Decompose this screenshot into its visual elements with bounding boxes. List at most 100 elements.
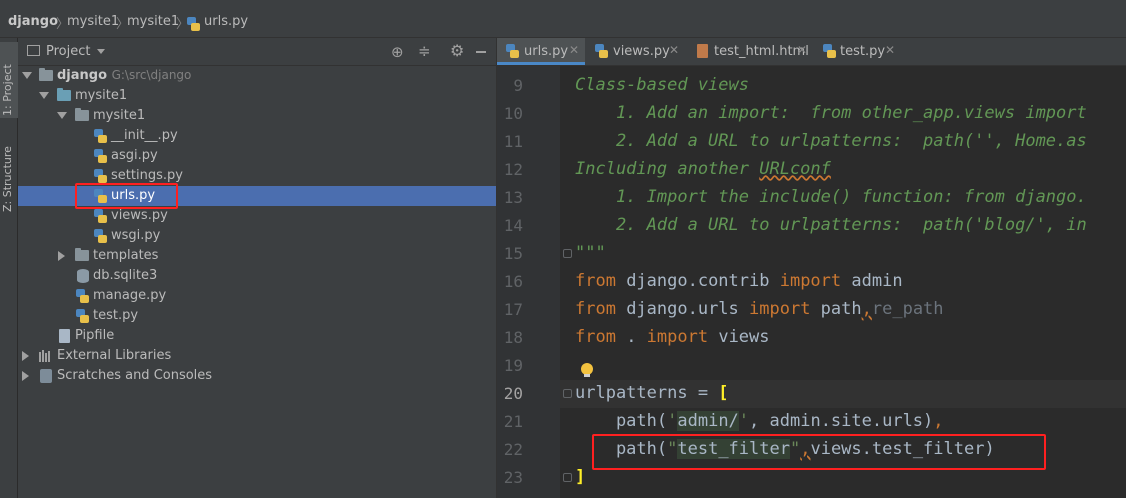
tree-item-mysite1-package[interactable]: mysite1 [18,106,496,126]
tree-item-views[interactable]: views.py [18,206,496,226]
docstring-text: 1. Add an import: from other_app.views i… [575,103,1087,123]
function-call: path( [575,411,668,431]
structure-tool-tab-label: Z: Structure [1,146,14,212]
tree-item-init[interactable]: __init__.py [18,126,496,146]
python-file-icon [187,17,200,31]
docstring-text: Class-based views [575,75,749,95]
line-number: 14 [503,216,523,235]
line-number: 23 [503,468,523,487]
tree-item-mysite1[interactable]: mysite1 [18,86,496,106]
tab-label: views.py [613,44,670,59]
line-number: 10 [503,104,523,123]
breadcrumb-project[interactable]: django [8,14,58,29]
python-file-icon [506,44,519,58]
code-line-16: from django.contrib import admin [575,271,903,291]
tree-item-label: views.py [111,208,168,223]
fold-marker-icon[interactable] [563,249,572,258]
code-line-18: from . import views [575,327,770,347]
import-name: path [810,299,862,319]
tree-item-templates[interactable]: templates [18,246,496,266]
tree-item-label: External Libraries [57,348,172,363]
tree-item-pipfile[interactable]: Pipfile [18,326,496,346]
close-icon[interactable]: ✕ [885,43,895,57]
docstring-text: Including another [575,159,760,179]
collapse-all-icon[interactable]: ≑ [418,42,431,60]
docstring-typo-text: URLconf [759,159,831,179]
database-file-icon [77,269,89,283]
fold-marker-icon[interactable] [563,473,572,482]
collapse-arrow-icon[interactable] [22,351,29,361]
docstring-text: 1. Import the include() function: from d… [575,187,1087,207]
collapse-arrow-icon[interactable] [22,371,29,381]
fold-marker-icon[interactable] [563,389,572,398]
keyword: import [646,327,709,347]
python-file-icon [94,209,107,223]
docstring-text: 2. Add a URL to urlpatterns: path('', Ho… [575,131,1087,151]
tab-views[interactable]: views.py ✕ [586,38,686,65]
breadcrumb-subfolder[interactable]: mysite1 [127,14,179,29]
code-line-10: 1. Add an import: from other_app.views i… [575,103,1087,123]
close-bracket: ] [575,467,586,487]
tab-urls[interactable]: urls.py ✕ [497,38,585,65]
close-icon[interactable]: ✕ [797,43,807,57]
code-line-12: Including another URLconf [575,159,831,179]
breadcrumb-folder[interactable]: mysite1 [67,14,119,29]
tab-test[interactable]: test.py ✕ [815,38,905,65]
current-line-number: 20 [503,384,523,403]
code-line-15: """ [575,243,606,263]
chevron-down-icon[interactable] [97,49,105,54]
code-line-17: from django.urls import path,re_path [575,299,944,319]
python-file-icon [94,149,107,163]
module-name: . [615,327,647,347]
tree-item-label: Scratches and Consoles [57,368,213,383]
minimize-icon[interactable] [476,51,486,53]
project-tool-tab[interactable]: 1: Project [0,42,18,118]
code-line-23: ] [575,467,585,487]
tree-item-asgi[interactable]: asgi.py [18,146,496,166]
keyword: import [779,271,842,291]
python-file-icon [595,44,608,58]
lightbulb-icon[interactable] [581,363,593,377]
open-bracket: [ [718,383,729,403]
collapse-arrow-icon[interactable] [58,251,65,261]
line-number: 19 [503,356,523,375]
line-number: 15 [503,244,523,263]
line-number: 18 [503,328,523,347]
string-literal: admin/ [677,411,739,431]
python-file-icon [94,229,107,243]
keyword: from [575,299,616,319]
tree-item-test[interactable]: test.py [18,306,496,326]
gear-icon[interactable]: ⚙ [450,41,464,60]
expand-arrow-icon[interactable] [39,92,49,99]
import-name: admin [841,271,903,291]
tree-item-scratches[interactable]: Scratches and Consoles [18,366,496,386]
line-number: 9 [513,76,523,95]
locate-file-icon[interactable]: ⊕ [391,43,404,61]
tree-item-root[interactable]: django G:\src\django [18,66,496,86]
tab-test-html[interactable]: test_html.html ✕ [687,38,814,65]
string-quote: ' [738,411,750,431]
import-name: views [708,327,770,347]
tree-item-db[interactable]: db.sqlite3 [18,266,496,286]
tree-item-external-libraries[interactable]: External Libraries [18,346,496,366]
line-number: 21 [503,412,523,431]
structure-tool-tab[interactable]: Z: Structure [0,130,18,214]
tree-item-label: settings.py [111,168,183,183]
expand-arrow-icon[interactable] [22,72,32,79]
comma: , [861,299,872,319]
scratches-icon [40,369,52,383]
tree-item-manage[interactable]: manage.py [18,286,496,306]
project-view-icon [27,45,40,56]
python-file-icon [76,309,89,323]
project-view-selector[interactable]: Project [46,44,90,59]
expand-arrow-icon[interactable] [57,112,67,119]
module-name: django.urls [615,299,750,319]
tree-item-wsgi[interactable]: wsgi.py [18,226,496,246]
keyword: from [575,327,616,347]
tree-item-label: mysite1 [75,88,128,103]
close-icon[interactable]: ✕ [569,43,579,57]
breadcrumb-file[interactable]: urls.py [204,14,248,29]
folder-icon [57,88,71,101]
keyword: import [749,299,811,319]
close-icon[interactable]: ✕ [669,43,679,57]
